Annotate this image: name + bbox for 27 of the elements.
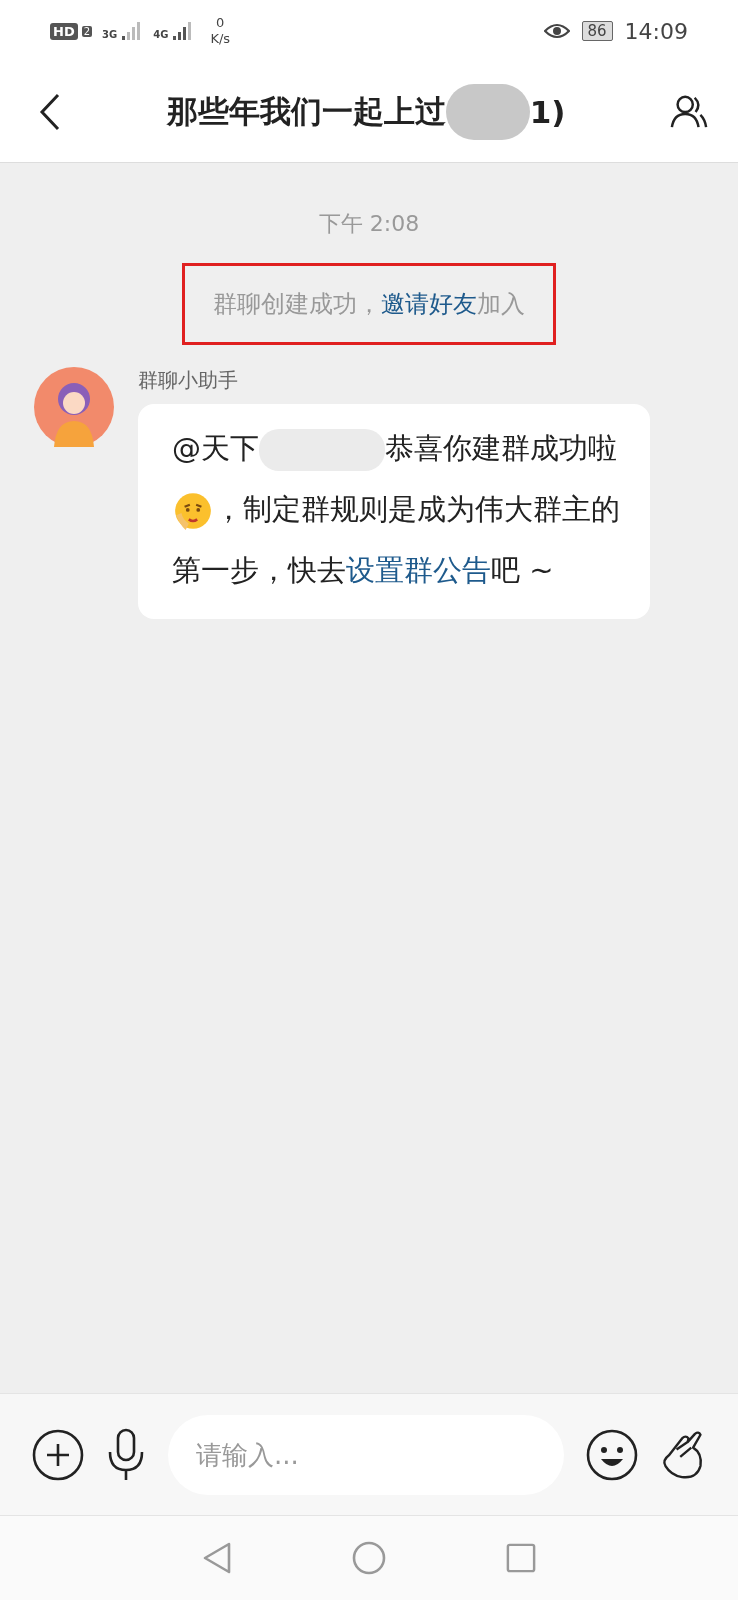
message-text: @天下 恭喜你建群成功啦 ，制定群规则是成为伟大群主的第一步，快去设置群公告吧 ~ xyxy=(172,428,620,589)
sim-badge: 2 xyxy=(81,25,93,37)
back-nav-button[interactable] xyxy=(202,1541,232,1575)
speed-value: 0 xyxy=(216,15,225,31)
back-button[interactable] xyxy=(38,92,62,132)
emoji-icon[interactable] xyxy=(586,1428,638,1481)
hd-badge: HD xyxy=(50,22,78,40)
add-icon[interactable] xyxy=(32,1428,84,1481)
avatar[interactable] xyxy=(34,367,114,447)
set-announcement-link[interactable]: 设置群公告 xyxy=(346,553,491,587)
network-label: 4G xyxy=(153,29,169,41)
system-message: 群聊创建成功，邀请好友加入 xyxy=(182,263,556,345)
microphone-icon[interactable] xyxy=(106,1427,146,1482)
speed-unit: K/s xyxy=(210,31,231,47)
emoji-icon xyxy=(172,490,214,532)
home-nav-button[interactable] xyxy=(352,1541,386,1575)
recents-nav-button[interactable] xyxy=(506,1543,536,1573)
network-label: 3G xyxy=(102,29,118,41)
message-input[interactable]: 请输入... xyxy=(168,1414,564,1495)
eye-icon xyxy=(543,22,570,40)
battery-indicator: 86 xyxy=(581,21,613,41)
clock: 14:09 xyxy=(624,18,688,44)
invite-friends-link[interactable]: 邀请好友 xyxy=(381,290,477,318)
sender-name: 群聊小助手 xyxy=(138,367,239,394)
chat-title: 1) xyxy=(529,94,566,130)
timestamp: 下午 2:08 xyxy=(318,210,420,238)
chat-title: 那些年我们一起上过 xyxy=(166,92,446,131)
